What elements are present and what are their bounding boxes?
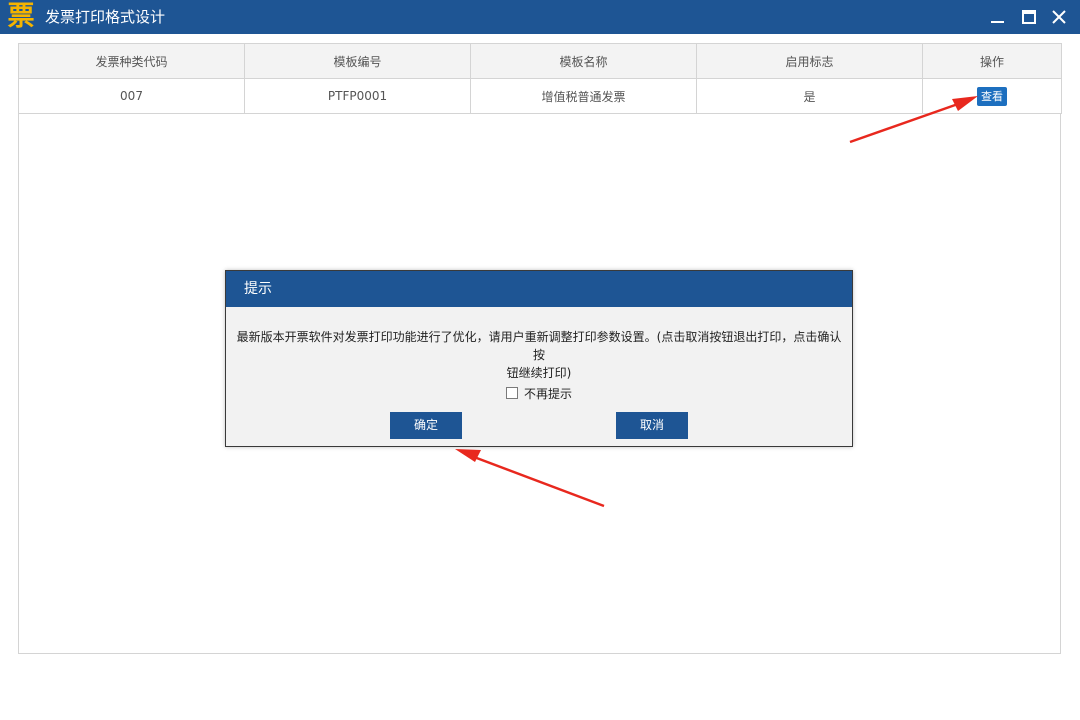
cell-invoice-type-code: 007 [18, 78, 245, 114]
template-table: 发票种类代码 模板编号 模板名称 启用标志 操作 007 PTFP0001 增值… [18, 43, 1062, 114]
cell-template-name: 增值税普通发票 [470, 78, 697, 114]
notice-dialog: 提示 最新版本开票软件对发票打印功能进行了优化，请用户重新调整打印参数设置。(点… [225, 270, 853, 447]
checkbox-box[interactable] [506, 387, 518, 399]
dialog-message-line: 最新版本开票软件对发票打印功能进行了优化，请用户重新调整打印参数设置。(点击取消… [236, 330, 842, 362]
maximize-icon[interactable] [1016, 4, 1042, 30]
column-header-enabled-flag: 启用标志 [696, 43, 923, 79]
dialog-message-line: 钮继续打印) [506, 366, 572, 380]
column-header-invoice-type-code: 发票种类代码 [18, 43, 245, 79]
cell-action: 查看 [922, 78, 1062, 114]
dialog-header: 提示 [226, 271, 852, 307]
cancel-button[interactable]: 取消 [616, 412, 688, 439]
minimize-icon[interactable] [984, 4, 1010, 30]
cell-template-number: PTFP0001 [244, 78, 471, 114]
confirm-button[interactable]: 确定 [390, 412, 462, 439]
dialog-message: 最新版本开票软件对发票打印功能进行了优化，请用户重新调整打印参数设置。(点击取消… [236, 328, 842, 382]
column-header-action: 操作 [922, 43, 1062, 79]
close-icon[interactable] [1046, 4, 1072, 30]
cell-enabled-flag: 是 [696, 78, 923, 114]
table-header-row: 发票种类代码 模板编号 模板名称 启用标志 操作 [18, 43, 1062, 79]
column-header-template-number: 模板编号 [244, 43, 471, 79]
window-title: 发票打印格式设计 [45, 8, 166, 26]
dont-remind-checkbox[interactable]: 不再提示 [506, 385, 572, 401]
dialog-title: 提示 [244, 281, 272, 297]
view-button[interactable]: 查看 [977, 86, 1007, 106]
app-logo: 票 [7, 1, 35, 32]
table-row[interactable]: 007 PTFP0001 增值税普通发票 是 查看 [18, 78, 1062, 114]
title-bar: 票 发票打印格式设计 [0, 0, 1080, 34]
dont-remind-label: 不再提示 [524, 386, 573, 401]
column-header-template-name: 模板名称 [470, 43, 697, 79]
